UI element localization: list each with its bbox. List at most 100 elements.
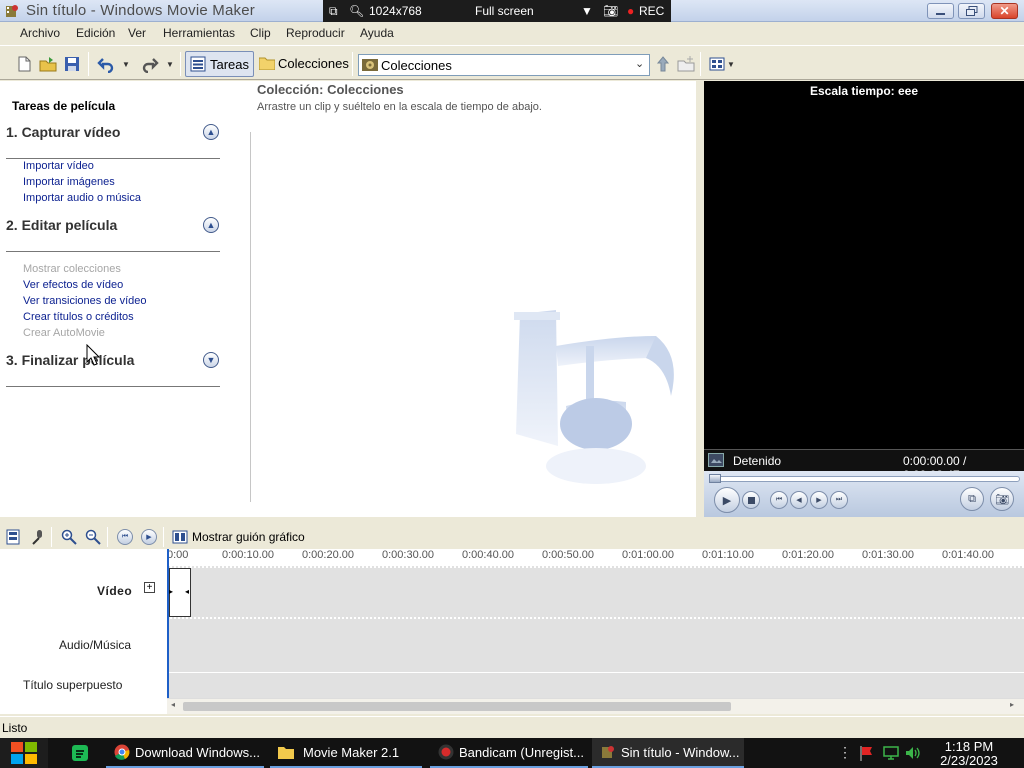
new-collection-folder-icon[interactable] xyxy=(677,55,695,73)
playback-status: Detenido xyxy=(733,454,782,468)
seek-handle[interactable] xyxy=(709,474,721,483)
taskbar-item-movie-maker[interactable]: Sin título - Window... xyxy=(592,738,744,768)
network-icon[interactable] xyxy=(883,745,899,761)
back-button[interactable]: ◀︎ xyxy=(790,491,808,509)
collection-contents-pane[interactable]: Colección: Colecciones Arrastre un clip … xyxy=(251,81,696,517)
dropdown-arrow-icon[interactable]: ▼ xyxy=(581,4,593,18)
play-timeline-button[interactable]: ▶ xyxy=(141,529,157,545)
up-one-level-icon[interactable] xyxy=(654,55,672,73)
timeline-horizontal-scrollbar[interactable]: ◂ ▸ xyxy=(167,698,1024,714)
scroll-left-icon[interactable]: ◂ xyxy=(171,700,175,709)
tasks-button[interactable]: Tareas xyxy=(185,51,254,77)
storyboard-timeline-icon[interactable] xyxy=(6,529,20,545)
seek-bar[interactable] xyxy=(709,476,1020,482)
menu-edicion[interactable]: Edición xyxy=(76,26,115,40)
close-button[interactable]: ✕ xyxy=(991,3,1018,19)
task-link-automovie: Crear AutoMovie xyxy=(23,327,105,339)
zoom-in-icon[interactable] xyxy=(61,529,77,545)
trim-start-handle-icon[interactable]: ▸ xyxy=(169,587,173,596)
start-button[interactable] xyxy=(0,738,48,768)
task-link-import-video[interactable]: Importar vídeo xyxy=(23,160,94,172)
task-link-titles-credits[interactable]: Crear títulos o créditos xyxy=(23,311,134,323)
camera-icon[interactable]: 📷︎ xyxy=(603,4,618,18)
section-edit-title[interactable]: 2. Editar película xyxy=(6,217,117,233)
collapse-capture-button[interactable]: ▲ xyxy=(203,124,219,140)
task-link-import-images[interactable]: Importar imágenes xyxy=(23,176,115,188)
zoom-out-icon[interactable] xyxy=(85,529,101,545)
collections-button[interactable]: Colecciones xyxy=(257,51,349,77)
stop-button[interactable] xyxy=(742,491,760,509)
playhead[interactable] xyxy=(167,549,169,698)
expand-finish-button[interactable]: ▼ xyxy=(203,352,219,368)
section-finish-title[interactable]: 3. Finalizar película xyxy=(6,352,134,368)
save-icon[interactable] xyxy=(63,55,81,73)
collection-select-value: Colecciones xyxy=(381,58,452,73)
task-link-import-audio[interactable]: Importar audio o música xyxy=(23,192,141,204)
menu-herramientas[interactable]: Herramientas xyxy=(163,26,235,40)
task-link-video-transitions[interactable]: Ver transiciones de vídeo xyxy=(23,295,147,307)
collections-button-label: Colecciones xyxy=(278,56,349,71)
rewind-timeline-button[interactable]: ⏮ xyxy=(117,529,133,545)
restore-button[interactable] xyxy=(958,3,985,19)
taskbar-item-chrome[interactable]: Download Windows... xyxy=(106,738,264,768)
timeline: 0:00 0:00:10.00 0:00:20.00 0:00:30.00 0:… xyxy=(0,549,1024,714)
expand-video-track-icon[interactable]: + xyxy=(144,582,155,593)
scroll-right-icon[interactable]: ▸ xyxy=(1010,700,1014,709)
timeline-clip[interactable]: ▸ ◂ xyxy=(169,568,191,617)
taskbar-date[interactable]: 2/23/2023 xyxy=(938,753,1000,768)
volume-icon[interactable] xyxy=(905,745,921,761)
taskbar-item-bandicam[interactable]: Bandicam (Unregist... xyxy=(430,738,588,768)
forward-button[interactable]: ▶︎ xyxy=(810,491,828,509)
menu-archivo[interactable]: Archivo xyxy=(20,26,60,40)
task-link-video-effects[interactable]: Ver efectos de vídeo xyxy=(23,279,123,291)
ruler-tick: 0:01:00.00 xyxy=(622,549,674,561)
collection-select[interactable]: Colecciones ⌄ xyxy=(358,54,650,76)
chevron-down-icon[interactable]: ⌄ xyxy=(635,57,644,70)
show-storyboard-button[interactable]: Mostrar guión gráfico xyxy=(192,530,305,544)
split-clip-button[interactable]: ⧉ xyxy=(960,487,984,511)
previous-frame-button[interactable]: ⏮ xyxy=(770,491,788,509)
bandicam-overlay: ⧉ 🔍︎ 1024x768 Full screen ▼ 📷︎ ● REC xyxy=(323,0,671,22)
trim-end-handle-icon[interactable]: ◂ xyxy=(185,587,189,596)
monitor-status-icon xyxy=(708,453,724,467)
scrollbar-thumb[interactable] xyxy=(183,702,731,711)
bandicam-mode[interactable]: Full screen xyxy=(475,4,534,18)
flag-icon[interactable] xyxy=(859,745,875,761)
window-title: Sin título - Windows Movie Maker xyxy=(26,2,255,19)
taskbar-item-folder[interactable]: Movie Maker 2.1 xyxy=(270,738,422,768)
new-project-icon[interactable] xyxy=(15,55,33,73)
menu-ayuda[interactable]: Ayuda xyxy=(360,26,394,40)
undo-icon[interactable] xyxy=(97,55,115,73)
take-picture-button[interactable]: 📷︎ xyxy=(990,487,1014,511)
menu-bar: Archivo Edición Ver Herramientas Clip Re… xyxy=(0,23,1024,44)
next-frame-button[interactable]: ⏭ xyxy=(830,491,848,509)
open-project-icon[interactable] xyxy=(39,55,57,73)
menu-reproducir[interactable]: Reproducir xyxy=(286,26,345,40)
views-icon[interactable] xyxy=(709,55,727,73)
overflow-menu-icon[interactable]: ⋮ xyxy=(838,744,852,761)
title-overlay-track-label: Título superpuesto xyxy=(23,678,123,692)
video-track[interactable]: ▸ ◂ xyxy=(167,566,1024,619)
narrate-microphone-icon[interactable] xyxy=(30,529,46,545)
toolbar-separator xyxy=(88,52,89,76)
storyboard-icon[interactable] xyxy=(172,529,188,545)
window-mode-icon[interactable]: ⧉ xyxy=(329,4,338,19)
menu-ver[interactable]: Ver xyxy=(128,26,146,40)
views-dropdown-icon[interactable]: ▼ xyxy=(727,60,735,69)
menu-clip[interactable]: Clip xyxy=(250,26,271,40)
play-icon: ▶ xyxy=(722,494,732,507)
minimize-button[interactable] xyxy=(927,3,954,19)
search-icon[interactable]: 🔍︎ xyxy=(349,4,364,18)
redo-dropdown-icon[interactable]: ▼ xyxy=(166,60,174,69)
taskbar-time[interactable]: 1:18 PM xyxy=(944,739,994,754)
audio-track[interactable] xyxy=(167,619,1024,673)
section-capture-title[interactable]: 1. Capturar vídeo xyxy=(6,124,120,140)
collapse-edit-button[interactable]: ▲ xyxy=(203,217,219,233)
bandicam-rec[interactable]: REC xyxy=(639,4,664,18)
play-button[interactable]: ▶ xyxy=(714,487,740,513)
undo-dropdown-icon[interactable]: ▼ xyxy=(122,60,130,69)
timeline-ruler[interactable]: 0:00 0:00:10.00 0:00:20.00 0:00:30.00 0:… xyxy=(167,549,1024,565)
spotify-app-icon[interactable] xyxy=(72,745,88,761)
redo-icon[interactable] xyxy=(141,55,159,73)
title-overlay-track[interactable] xyxy=(167,673,1024,698)
